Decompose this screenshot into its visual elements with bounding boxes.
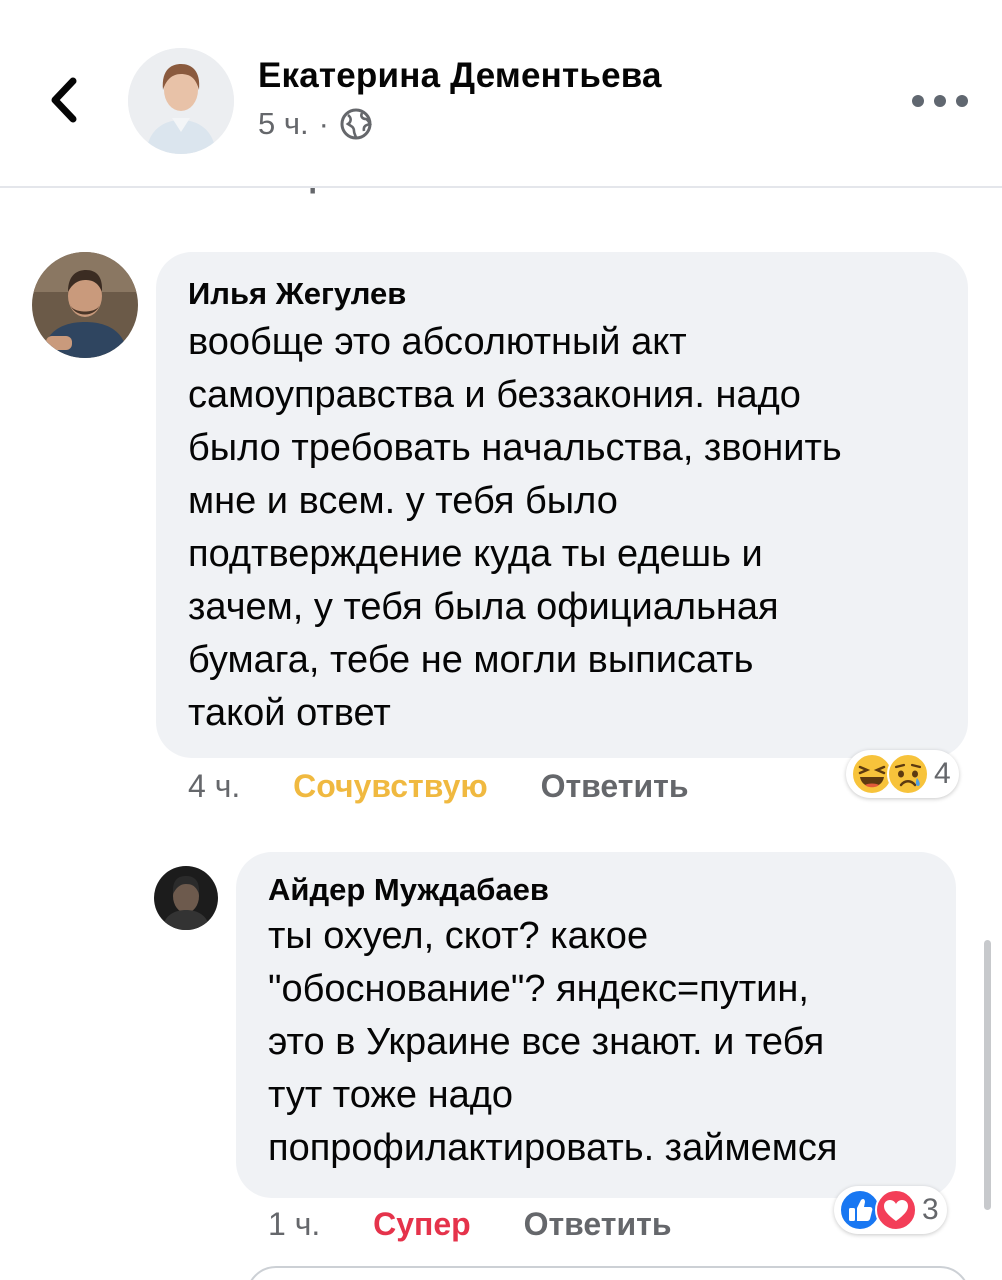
reply-reaction-summary[interactable]: 3: [834, 1186, 947, 1234]
chevron-left-icon: [51, 77, 77, 123]
globe-icon[interactable]: [339, 107, 373, 141]
post-time[interactable]: 5 ч.: [258, 106, 309, 142]
scrollbar[interactable]: [984, 940, 991, 1210]
author-avatar[interactable]: [128, 48, 234, 154]
reaction-summary[interactable]: 4: [846, 750, 959, 798]
post-header: Екатерина Дементьева 5 ч. ·: [0, 0, 1002, 188]
back-button[interactable]: [38, 72, 88, 128]
comment-text: вообще это абсолютный акт самоуправства …: [188, 321, 842, 734]
reply-reaction-count: 3: [922, 1193, 939, 1226]
reply-reply-button[interactable]: Ответить: [524, 1206, 672, 1243]
reaction-button[interactable]: Сочувствую: [293, 768, 488, 805]
reply-bubble[interactable]: Айдер Муждабаев ты охуел, скот? какое "о…: [236, 852, 956, 1198]
comment-time[interactable]: 4 ч.: [188, 768, 240, 805]
reply-reaction-button[interactable]: Супер: [373, 1206, 471, 1243]
more-horizontal-icon: [912, 95, 924, 107]
meta-separator: ·: [318, 106, 329, 141]
reaction-count: 4: [934, 757, 951, 790]
reply-actions: 1 ч. Супер Ответить: [268, 1206, 671, 1243]
post-comments-screen: Екатерина Дементьева 5 ч. · 4 ч. Нравитс…: [0, 0, 1002, 1280]
post-meta: 5 ч. ·: [258, 106, 373, 142]
comment-actions: 4 ч. Сочувствую Ответить: [188, 768, 688, 805]
comment-input[interactable]: [246, 1266, 970, 1280]
reply-button[interactable]: Ответить: [541, 768, 689, 805]
reply-author[interactable]: Айдер Муждабаев: [268, 872, 924, 908]
love-icon: [875, 1189, 917, 1231]
comment-author[interactable]: Илья Жегулев: [188, 276, 936, 312]
author-name[interactable]: Екатерина Дементьева: [258, 56, 662, 96]
commenter-avatar[interactable]: [32, 252, 138, 358]
reply-text: ты охуел, скот? какое "обоснование"? янд…: [268, 915, 838, 1169]
reply-time[interactable]: 1 ч.: [268, 1206, 320, 1243]
reply-author-avatar[interactable]: [154, 866, 218, 930]
sad-icon: [887, 753, 929, 795]
comment-bubble[interactable]: Илья Жегулев вообще это абсолютный акт с…: [156, 252, 968, 758]
more-options-button[interactable]: [912, 86, 968, 116]
